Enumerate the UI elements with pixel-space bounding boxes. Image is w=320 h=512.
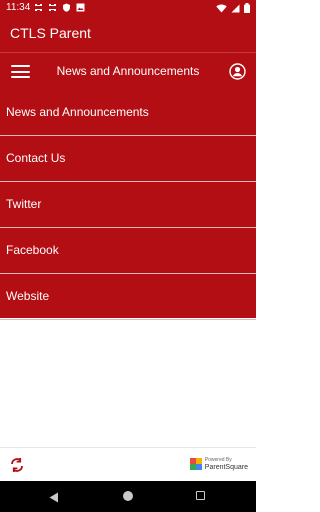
app-bar: CTLS Parent <box>0 16 256 52</box>
home-icon[interactable] <box>123 491 133 501</box>
signal-icon <box>231 4 240 16</box>
notification-icon <box>34 3 43 12</box>
back-icon[interactable] <box>49 490 59 508</box>
wifi-icon <box>216 3 227 16</box>
shield-icon <box>62 3 71 12</box>
menu-item-twitter[interactable]: Twitter <box>0 182 256 228</box>
powered-by-badge[interactable]: Powered By ParentSquare <box>189 457 248 471</box>
refresh-icon[interactable] <box>8 456 26 474</box>
status-system-icons <box>216 3 250 16</box>
menu-item-label: Website <box>6 289 50 303</box>
parentsquare-logo-icon <box>189 458 202 470</box>
system-navigation-bar <box>0 481 256 512</box>
app-title: CTLS Parent <box>10 25 91 41</box>
image-icon <box>76 3 85 12</box>
menu-item-contact-us[interactable]: Contact Us <box>0 136 256 182</box>
status-notification-icons <box>34 3 85 12</box>
brand-label: ParentSquare <box>204 464 248 471</box>
menu-item-label: Twitter <box>6 197 42 211</box>
menu-item-label: Contact Us <box>6 151 66 165</box>
recents-icon[interactable] <box>196 491 205 500</box>
nav-bar: News and Announcements <box>0 52 256 90</box>
status-time: 11:34 <box>6 2 31 13</box>
powered-by-label: Powered By <box>204 457 232 463</box>
menu-item-news-and-announcements[interactable]: News and Announcements <box>0 90 256 136</box>
footer: Powered By ParentSquare <box>0 447 256 482</box>
side-menu: News and Announcements Contact Us Twitte… <box>0 90 256 320</box>
menu-icon[interactable] <box>11 65 30 78</box>
menu-item-label: News and Announcements <box>6 105 149 119</box>
page-title: News and Announcements <box>56 64 200 78</box>
notification-icon <box>48 3 57 12</box>
menu-item-website[interactable]: Website <box>0 274 256 320</box>
profile-icon[interactable] <box>229 63 246 80</box>
menu-item-facebook[interactable]: Facebook <box>0 228 256 274</box>
battery-icon <box>244 3 250 16</box>
menu-item-label: Facebook <box>6 243 59 257</box>
status-bar: 11:34 <box>0 0 256 16</box>
